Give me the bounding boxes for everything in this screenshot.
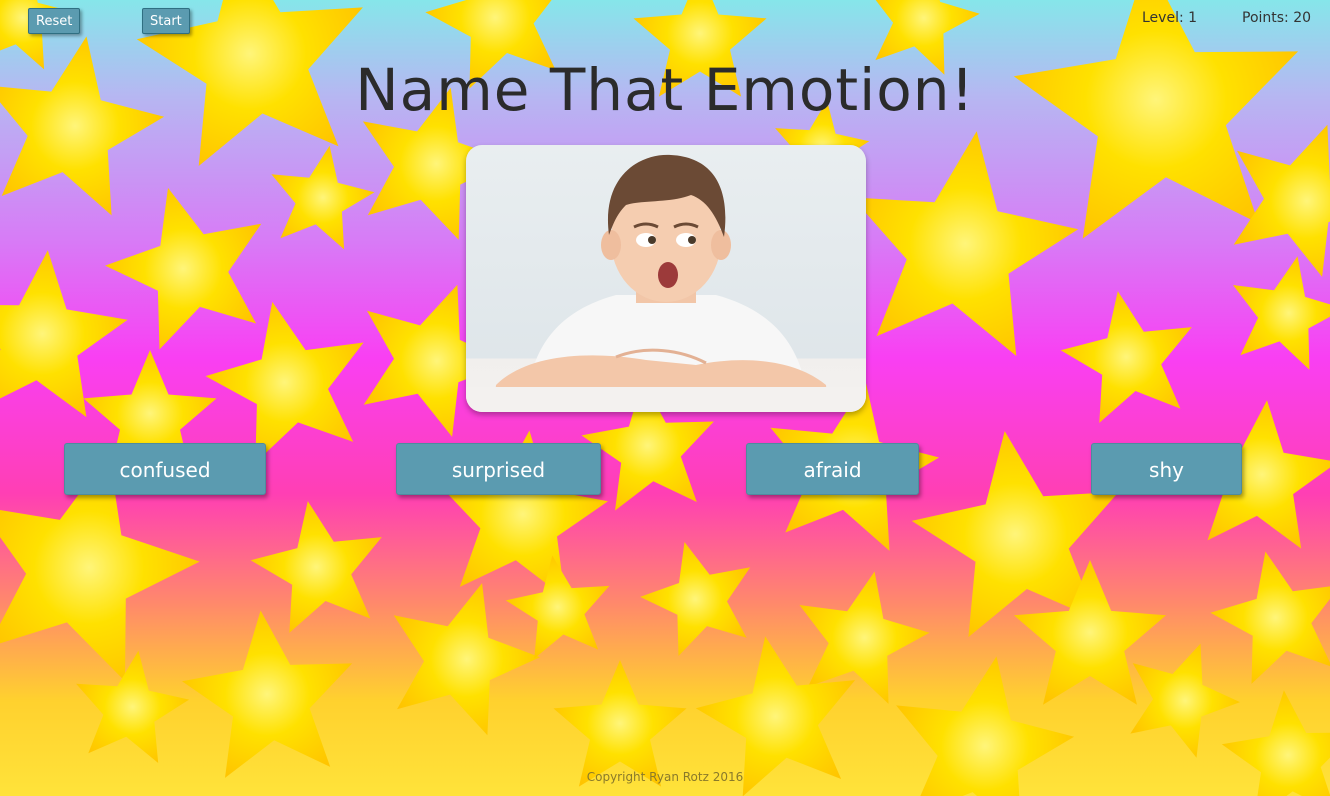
star-shape <box>1130 643 1240 758</box>
star-shape <box>505 555 610 659</box>
star-shape <box>205 301 364 463</box>
star-shape <box>250 501 382 633</box>
answer-button-surprised[interactable]: surprised <box>396 443 601 495</box>
star-shape <box>182 610 353 778</box>
star-shape <box>640 542 751 656</box>
points-indicator: Points: 20 <box>1242 10 1312 26</box>
star-shape <box>852 131 1079 356</box>
reset-button[interactable]: Reset <box>28 8 81 34</box>
star-shape <box>271 145 375 250</box>
answer-button-shy[interactable]: shy <box>1091 443 1242 495</box>
star-shape <box>553 660 687 787</box>
child-surprised-illustration <box>466 154 866 412</box>
star-shape <box>105 187 262 350</box>
level-indicator: Level: 1 <box>1142 10 1198 26</box>
star-shape <box>0 250 128 418</box>
answer-button-confused[interactable]: confused <box>64 443 266 495</box>
copyright-footer: Copyright Ryan Rotz 2016 <box>586 770 744 784</box>
answer-button-afraid[interactable]: afraid <box>746 443 919 495</box>
game-title: Name That Emotion! <box>355 56 975 124</box>
star-shape <box>76 650 190 763</box>
start-button[interactable]: Start <box>142 8 190 34</box>
star-shape <box>1060 291 1192 423</box>
star-shape <box>1210 551 1330 684</box>
star-shape <box>1233 256 1330 370</box>
emotion-photo <box>466 145 866 412</box>
